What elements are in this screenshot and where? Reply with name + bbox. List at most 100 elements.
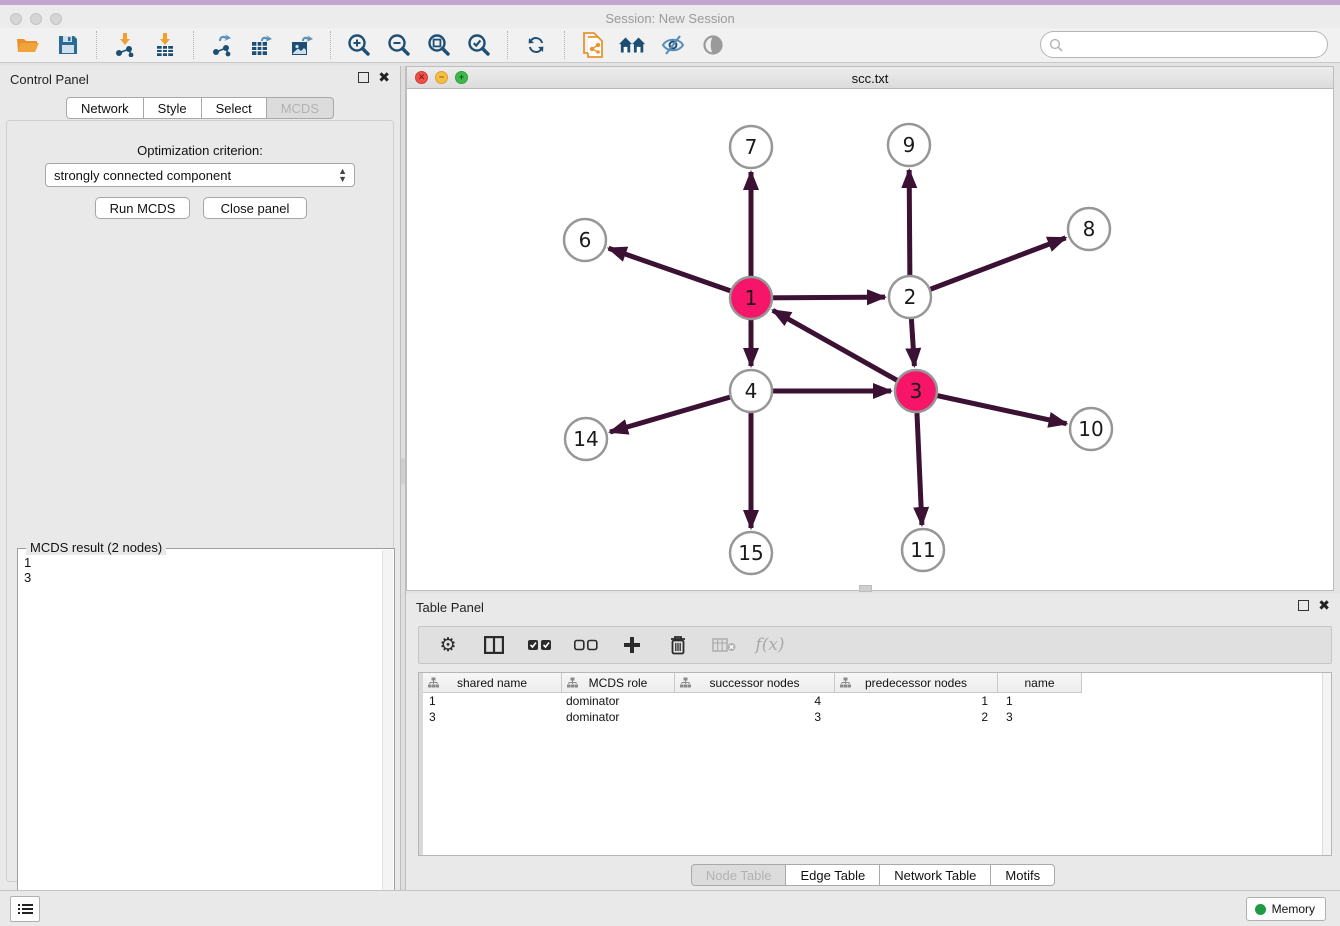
table-row[interactable]: 3dominator323 bbox=[423, 709, 1082, 725]
select-all-icon[interactable] bbox=[527, 632, 553, 658]
tab-node-table[interactable]: Node Table bbox=[691, 864, 787, 886]
show-graphics-details-icon[interactable] bbox=[699, 32, 727, 58]
search-input[interactable] bbox=[1063, 35, 1327, 55]
close-table-panel-icon[interactable]: ✖ bbox=[1318, 600, 1330, 611]
status-bar: Memory bbox=[0, 890, 1340, 926]
table-cell[interactable]: 3 bbox=[423, 709, 562, 725]
add-column-icon[interactable] bbox=[619, 632, 645, 658]
float-panel-icon[interactable] bbox=[358, 72, 369, 83]
table-cell[interactable]: 2 bbox=[835, 709, 998, 725]
node-1[interactable]: 1 bbox=[730, 277, 772, 319]
node-10[interactable]: 10 bbox=[1070, 408, 1112, 450]
node-9[interactable]: 9 bbox=[888, 124, 930, 166]
table-cell[interactable]: 4 bbox=[675, 693, 835, 709]
zoom-in-icon[interactable] bbox=[345, 32, 373, 58]
result-scrollbar[interactable] bbox=[382, 550, 393, 926]
table-cell[interactable]: dominator bbox=[562, 709, 675, 725]
zoom-selected-icon[interactable] bbox=[465, 32, 493, 58]
export-table-icon[interactable] bbox=[248, 32, 276, 58]
close-panel-icon[interactable]: ✖ bbox=[378, 72, 390, 83]
tab-motifs[interactable]: Motifs bbox=[991, 864, 1055, 886]
edge-3-10[interactable] bbox=[916, 391, 1067, 424]
table-cell[interactable]: 3 bbox=[675, 709, 835, 725]
clone-network-icon[interactable] bbox=[579, 32, 607, 58]
titlebar: Session: New Session bbox=[0, 5, 1340, 28]
mcds-result-text[interactable]: 1 3 bbox=[20, 553, 380, 925]
tab-select[interactable]: Select bbox=[202, 97, 267, 119]
hide-graphics-details-icon[interactable] bbox=[659, 32, 687, 58]
node-15[interactable]: 15 bbox=[730, 532, 772, 574]
delete-table-icon bbox=[711, 632, 737, 658]
table-cell[interactable]: dominator bbox=[562, 693, 675, 709]
network-window: ✕ − + scc.txt 7 9 6 8 1 2 4 3 14 10 15 11 bbox=[406, 66, 1334, 591]
save-session-icon[interactable] bbox=[54, 32, 82, 58]
table-scrollbar[interactable] bbox=[1322, 673, 1331, 855]
tab-edge-table[interactable]: Edge Table bbox=[786, 864, 880, 886]
zoom-out-icon[interactable] bbox=[385, 32, 413, 58]
table-cell[interactable]: 3 bbox=[998, 709, 1082, 725]
edge-2-8[interactable] bbox=[910, 238, 1066, 297]
table-toolbar: ⚙ f(x) bbox=[418, 626, 1332, 664]
import-network-icon[interactable] bbox=[111, 32, 139, 58]
network-canvas[interactable]: 7 9 6 8 1 2 4 3 14 10 15 11 bbox=[407, 89, 1333, 590]
run-mcds-button[interactable]: Run MCDS bbox=[95, 197, 190, 219]
node-7[interactable]: 7 bbox=[730, 126, 772, 168]
table-cell[interactable]: 1 bbox=[423, 693, 562, 709]
table-cell[interactable]: 1 bbox=[998, 693, 1082, 709]
tab-network-table[interactable]: Network Table bbox=[880, 864, 991, 886]
memory-button[interactable]: Memory bbox=[1246, 897, 1326, 921]
search-field[interactable] bbox=[1040, 31, 1328, 58]
home-layout-icon[interactable] bbox=[619, 32, 647, 58]
tab-network[interactable]: Network bbox=[66, 97, 144, 119]
criterion-value: strongly connected component bbox=[54, 168, 231, 183]
node-4[interactable]: 4 bbox=[730, 370, 772, 412]
zoom-fit-icon[interactable] bbox=[425, 32, 453, 58]
svg-text:14: 14 bbox=[573, 427, 598, 451]
table-cell[interactable]: 1 bbox=[835, 693, 998, 709]
node-14[interactable]: 14 bbox=[565, 418, 607, 460]
node-11[interactable]: 11 bbox=[902, 529, 944, 571]
import-table-icon[interactable] bbox=[151, 32, 179, 58]
svg-text:1: 1 bbox=[745, 286, 758, 310]
delete-column-icon[interactable] bbox=[665, 632, 691, 658]
node-table[interactable]: shared nameMCDS rolesuccessor nodesprede… bbox=[418, 672, 1332, 856]
network-window-titlebar[interactable]: ✕ − + scc.txt bbox=[407, 67, 1333, 89]
edge-1-6[interactable] bbox=[609, 248, 751, 298]
refresh-icon[interactable] bbox=[522, 32, 550, 58]
canvas-grip[interactable] bbox=[859, 585, 872, 592]
tab-style[interactable]: Style bbox=[144, 97, 202, 119]
column-header-shared-name[interactable]: shared name bbox=[423, 673, 562, 693]
table-rows: 1dominator4113dominator323 bbox=[423, 693, 1082, 725]
table-row[interactable]: 1dominator411 bbox=[423, 693, 1082, 709]
node-3[interactable]: 3 bbox=[895, 370, 937, 412]
export-image-icon[interactable] bbox=[288, 32, 316, 58]
memory-label: Memory bbox=[1272, 902, 1315, 916]
tab-mcds[interactable]: MCDS bbox=[267, 97, 334, 119]
split-view-icon[interactable] bbox=[481, 632, 507, 658]
chevron-updown-icon: ▲▼ bbox=[338, 167, 347, 183]
svg-text:2: 2 bbox=[904, 285, 917, 309]
svg-text:4: 4 bbox=[745, 379, 758, 403]
node-6[interactable]: 6 bbox=[564, 219, 606, 261]
deselect-all-icon[interactable] bbox=[573, 632, 599, 658]
edge-3-1[interactable] bbox=[773, 310, 916, 391]
close-panel-button[interactable]: Close panel bbox=[203, 197, 307, 219]
column-header-mcds-role[interactable]: MCDS role bbox=[562, 673, 675, 693]
table-header-row: shared nameMCDS rolesuccessor nodesprede… bbox=[423, 673, 1082, 693]
memory-status-icon bbox=[1255, 904, 1266, 915]
list-icon bbox=[18, 904, 33, 914]
splitter-handle[interactable] bbox=[401, 458, 405, 484]
column-header-name[interactable]: name bbox=[998, 673, 1082, 693]
column-header-successor-nodes[interactable]: successor nodes bbox=[675, 673, 835, 693]
table-tabs: Node TableEdge TableNetwork TableMotifs bbox=[406, 864, 1340, 886]
criterion-select[interactable]: strongly connected component ▲▼ bbox=[45, 163, 355, 187]
node-8[interactable]: 8 bbox=[1068, 208, 1110, 250]
gear-icon[interactable]: ⚙ bbox=[435, 632, 461, 658]
svg-text:3: 3 bbox=[910, 379, 923, 403]
export-network-icon[interactable] bbox=[208, 32, 236, 58]
node-2[interactable]: 2 bbox=[889, 276, 931, 318]
float-table-panel-icon[interactable] bbox=[1298, 600, 1309, 611]
column-header-predecessor-nodes[interactable]: predecessor nodes bbox=[835, 673, 998, 693]
task-history-button[interactable] bbox=[10, 896, 40, 922]
open-session-icon[interactable] bbox=[14, 32, 42, 58]
